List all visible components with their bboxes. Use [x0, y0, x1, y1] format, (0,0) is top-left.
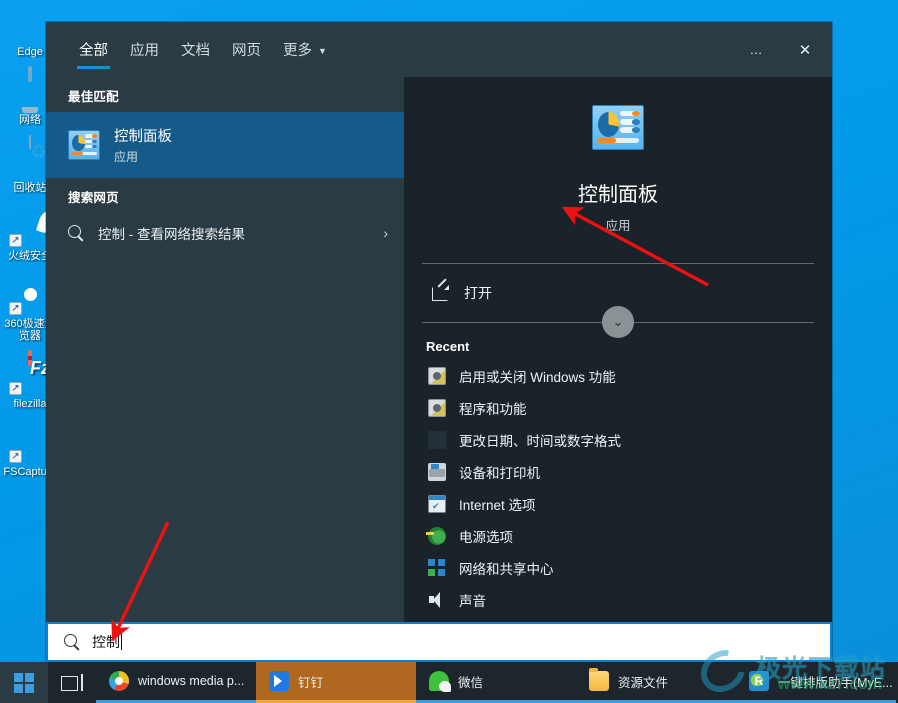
search-input[interactable]: 控制	[46, 622, 832, 662]
recent-item-internet-options[interactable]: Internet 选项	[404, 488, 832, 520]
taskbar: windows media p... 钉钉 微信 资源文件 一键排版助手(MyE…	[0, 662, 898, 703]
preview-subtitle: 应用	[605, 219, 631, 233]
mye-icon	[749, 671, 769, 691]
tab-label: 应用	[130, 43, 159, 59]
expander-row: ⌄	[404, 306, 832, 338]
tab-label: 全部	[79, 43, 108, 59]
taskbar-item-label: 资源文件	[618, 675, 669, 690]
search-input-value: 控制	[92, 632, 122, 652]
recent-item-label: 电源选项	[459, 530, 513, 545]
sound-icon	[428, 591, 446, 609]
folder-icon	[589, 668, 609, 691]
shortcut-arrow-icon	[9, 234, 22, 247]
tab-label: 网页	[232, 43, 261, 59]
more-options-icon[interactable]: …	[740, 33, 774, 67]
taskbar-item-label: 微信	[458, 675, 484, 690]
web-search-heading: 搜索网页	[68, 191, 119, 205]
windows-search-flyout: 全部 应用 文档 网页 更多 ▼ … ✕ 最佳匹配 控制面板 应用 搜索网页 控…	[46, 22, 832, 662]
web-search-label: 控制 - 查看网络搜索结果	[98, 227, 245, 242]
task-view-icon	[61, 674, 83, 691]
close-icon[interactable]: ✕	[788, 33, 822, 67]
recent-item-network-sharing[interactable]: 网络和共享中心	[404, 552, 832, 584]
best-match-result-control-panel[interactable]: 控制面板 应用	[46, 112, 404, 178]
recent-item-label: 网络和共享中心	[459, 562, 554, 577]
recent-item-label: 启用或关闭 Windows 功能	[459, 370, 616, 385]
best-match-heading: 最佳匹配	[68, 90, 119, 104]
recent-item-region-format[interactable]: 更改日期、时间或数字格式	[404, 424, 832, 456]
taskbar-item-wechat[interactable]: 微信	[416, 662, 576, 703]
chrome-icon	[109, 671, 129, 691]
shortcut-arrow-icon	[9, 450, 22, 463]
start-button[interactable]	[0, 662, 48, 703]
open-in-new-icon	[432, 285, 450, 301]
best-match-subtitle: 应用	[114, 150, 139, 164]
search-icon	[68, 225, 84, 241]
region-format-icon	[428, 431, 446, 449]
best-match-title: 控制面板	[114, 129, 172, 145]
taskbar-item-label: windows media p...	[138, 674, 245, 688]
recent-item-sound[interactable]: 声音	[404, 584, 832, 616]
chevron-right-icon: ›	[383, 225, 388, 241]
tab-all[interactable]: 全部	[68, 22, 119, 77]
taskbar-item-windows-media-player[interactable]: windows media p...	[96, 662, 256, 703]
preview-title: 控制面板	[578, 184, 658, 206]
recent-item-programs-features[interactable]: 程序和功能	[404, 392, 832, 424]
tab-web[interactable]: 网页	[221, 22, 272, 77]
search-results-column: 最佳匹配 控制面板 应用 搜索网页 控制 - 查看网络搜索结果 ›	[46, 77, 404, 662]
taskbar-item-mye-layout-helper[interactable]: 一键排版助手(MyE...	[736, 662, 896, 703]
tab-label: 更多	[283, 43, 312, 59]
tab-more[interactable]: 更多 ▼	[272, 22, 338, 77]
chevron-down-icon[interactable]: ⌄	[602, 306, 634, 338]
search-body: 最佳匹配 控制面板 应用 搜索网页 控制 - 查看网络搜索结果 › 控制面板 应…	[46, 77, 832, 662]
search-text: 控制	[92, 634, 120, 650]
header-actions: … ✕	[740, 22, 822, 77]
recent-item-windows-features[interactable]: 启用或关闭 Windows 功能	[404, 360, 832, 392]
shortcut-arrow-icon	[9, 382, 22, 395]
recent-item-power-options[interactable]: 电源选项	[404, 520, 832, 552]
internet-options-icon	[428, 495, 446, 513]
recent-item-devices-printers[interactable]: 设备和打印机	[404, 456, 832, 488]
search-tabs: 全部 应用 文档 网页 更多 ▼	[68, 22, 338, 77]
recent-item-label: 设备和打印机	[459, 466, 540, 481]
tab-apps[interactable]: 应用	[119, 22, 170, 77]
recent-section: Recent 启用或关闭 Windows 功能 程序和功能 更改日期、时间或数字…	[404, 323, 832, 616]
web-search-result-item[interactable]: 控制 - 查看网络搜索结果 ›	[46, 213, 404, 253]
recent-heading: Recent	[426, 339, 470, 354]
text-cursor	[121, 633, 122, 650]
programs-features-icon	[428, 399, 446, 417]
devices-printers-icon	[428, 463, 446, 481]
power-options-icon	[426, 527, 446, 545]
recent-item-label: 程序和功能	[459, 402, 527, 417]
windows-logo-icon	[14, 672, 34, 693]
taskbar-item-label: 钉钉	[298, 675, 324, 690]
preview-divider	[422, 263, 814, 264]
network-sharing-icon	[428, 559, 446, 577]
control-panel-icon	[68, 130, 100, 160]
tab-documents[interactable]: 文档	[170, 22, 221, 77]
control-panel-icon	[592, 105, 644, 150]
wechat-icon	[429, 671, 451, 692]
dingtalk-icon	[269, 671, 289, 691]
recent-item-label: 声音	[459, 594, 486, 609]
search-icon	[64, 634, 80, 650]
taskbar-item-dingtalk[interactable]: 钉钉	[256, 662, 416, 703]
windows-features-icon	[428, 367, 446, 385]
chevron-down-icon: ▼	[318, 45, 327, 56]
taskbar-item-label: 一键排版助手(MyE...	[778, 675, 893, 690]
shortcut-arrow-icon	[9, 302, 22, 315]
task-view-button[interactable]	[48, 662, 96, 703]
app-preview: 控制面板 应用	[404, 77, 832, 234]
recent-item-label: Internet 选项	[459, 498, 536, 513]
taskbar-item-resource-files[interactable]: 资源文件	[576, 662, 736, 703]
recent-item-label: 更改日期、时间或数字格式	[459, 434, 621, 449]
search-header: 全部 应用 文档 网页 更多 ▼ … ✕	[46, 22, 832, 77]
open-label: 打开	[464, 285, 492, 301]
tab-label: 文档	[181, 43, 210, 59]
preview-column: 控制面板 应用 打开 ⌄ Recent 启用或关闭 Windows 功能 程序和…	[404, 77, 832, 662]
